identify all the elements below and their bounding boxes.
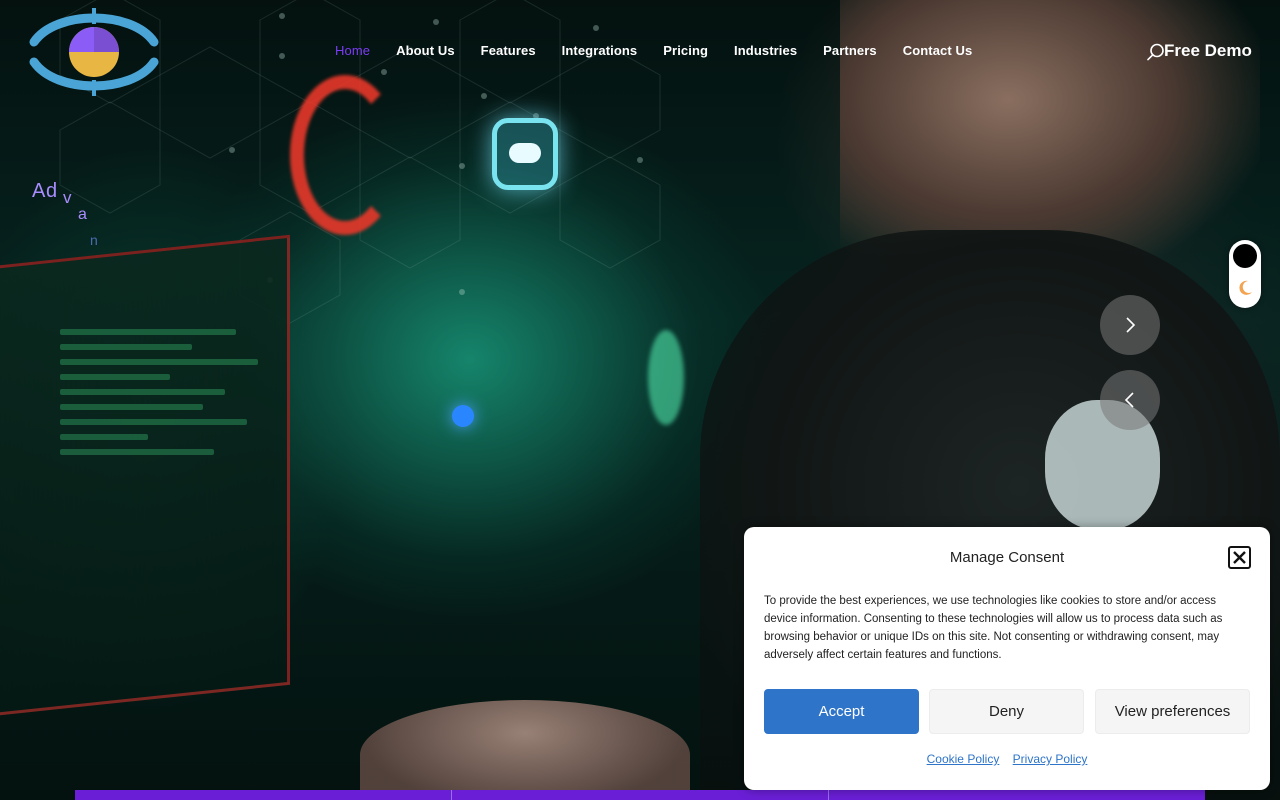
red-neon-arc bbox=[290, 75, 400, 235]
feature-tab[interactable] bbox=[75, 790, 452, 800]
nav-item-partners[interactable]: Partners bbox=[823, 43, 877, 58]
cloud-icon bbox=[492, 118, 558, 190]
code-lines bbox=[60, 320, 280, 464]
nav-item-industries[interactable]: Industries bbox=[734, 43, 797, 58]
headline-letter: d bbox=[46, 180, 58, 202]
feature-tabs-bar bbox=[75, 790, 1205, 800]
headline-letter: a bbox=[78, 206, 87, 223]
free-demo-link[interactable]: Free Demo bbox=[1164, 41, 1252, 61]
consent-dialog: Manage Consent To provide the best exper… bbox=[744, 527, 1270, 790]
nav-item-home[interactable]: Home bbox=[335, 43, 370, 58]
close-icon bbox=[1233, 551, 1246, 564]
nav-item-features[interactable]: Features bbox=[481, 43, 536, 58]
accept-button[interactable]: Accept bbox=[764, 689, 919, 734]
headline-letter: n bbox=[90, 232, 98, 248]
search-icon[interactable] bbox=[1147, 43, 1165, 61]
consent-title: Manage Consent bbox=[949, 549, 1065, 566]
logo-eye-icon[interactable] bbox=[28, 6, 160, 98]
nav-item-about-us[interactable]: About Us bbox=[396, 43, 455, 58]
cookie-policy-link[interactable]: Cookie Policy bbox=[927, 752, 1000, 766]
neon-ring-decoration bbox=[648, 330, 684, 425]
nav-item-contact-us[interactable]: Contact Us bbox=[903, 43, 973, 58]
deny-button[interactable]: Deny bbox=[929, 689, 1084, 734]
consent-message: To provide the best experiences, we use … bbox=[764, 595, 1223, 661]
slider-prev-button[interactable] bbox=[1100, 370, 1160, 430]
nav-item-pricing[interactable]: Pricing bbox=[663, 43, 708, 58]
feature-tab[interactable] bbox=[452, 790, 829, 800]
globe-icon bbox=[452, 405, 474, 427]
consent-close-button[interactable] bbox=[1228, 546, 1251, 569]
chevron-right-icon bbox=[1126, 317, 1136, 333]
monitor-left bbox=[0, 234, 290, 716]
consent-links: Cookie Policy Privacy Policy bbox=[744, 752, 1270, 766]
chevron-left-icon bbox=[1124, 392, 1134, 408]
theme-toggle[interactable] bbox=[1229, 240, 1261, 308]
nav-item-integrations[interactable]: Integrations bbox=[562, 43, 638, 58]
privacy-policy-link[interactable]: Privacy Policy bbox=[1013, 752, 1088, 766]
main-nav: Home About Us Features Integrations Pric… bbox=[335, 43, 998, 58]
feature-tab[interactable] bbox=[829, 790, 1205, 800]
view-preferences-button[interactable]: View preferences bbox=[1095, 689, 1250, 734]
hand bbox=[360, 700, 690, 800]
headline-letter: A bbox=[32, 180, 46, 202]
dark-mode-dot bbox=[1233, 244, 1257, 268]
moon-icon bbox=[1239, 280, 1252, 295]
headline-letter: v bbox=[63, 188, 72, 207]
slider-next-button[interactable] bbox=[1100, 295, 1160, 355]
